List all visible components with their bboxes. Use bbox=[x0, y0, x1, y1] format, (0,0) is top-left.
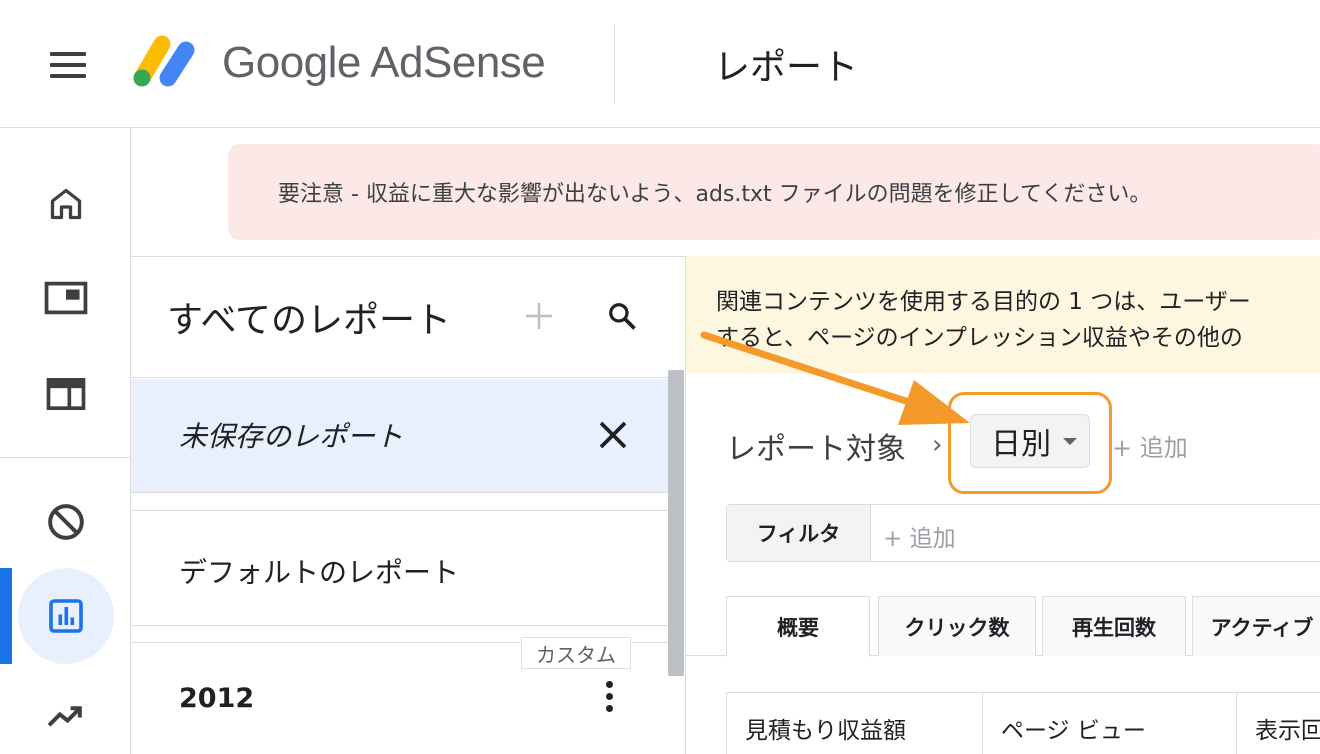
metrics-table-header: 見積もり収益額 ページ ビュー 表示回 bbox=[726, 692, 1320, 754]
trending-icon[interactable] bbox=[44, 694, 88, 738]
tab-active[interactable]: アクティブ bbox=[1192, 596, 1320, 656]
add-report-icon[interactable] bbox=[523, 295, 555, 335]
filter-bar: フィルタ + 追加 bbox=[726, 504, 1320, 562]
column-impressions[interactable]: 表示回 bbox=[1237, 693, 1320, 754]
report-list-header: すべてのレポート bbox=[131, 256, 685, 378]
list-item-label: デフォルトのレポート bbox=[179, 556, 460, 589]
custom-tag: カスタム bbox=[521, 637, 631, 669]
filter-button[interactable]: フィルタ bbox=[727, 505, 871, 561]
rail-divider bbox=[0, 457, 131, 458]
list-item-label: 2012 bbox=[179, 683, 255, 714]
adsense-logo-icon bbox=[133, 35, 195, 87]
alert-text: 要注意 - 収益に重大な影響が出ないよう、ads.txt ファイルの問題を修正し… bbox=[278, 182, 1152, 207]
ads-icon[interactable] bbox=[44, 276, 88, 320]
tab-views[interactable]: 再生回数 bbox=[1042, 596, 1186, 656]
metric-tabs: 概要 クリック数 再生回数 アクティブ bbox=[686, 596, 1320, 657]
list-item-default-report[interactable]: デフォルトのレポート bbox=[131, 510, 669, 626]
block-icon[interactable] bbox=[44, 500, 88, 544]
ads-txt-alert[interactable]: 要注意 - 収益に重大な影響が出ないよう、ads.txt ファイルの問題を修正し… bbox=[228, 144, 1320, 240]
nav-rail bbox=[0, 128, 131, 754]
layout-icon[interactable] bbox=[44, 372, 88, 416]
page-title: レポート bbox=[714, 47, 859, 88]
annotation-highlight bbox=[948, 392, 1112, 494]
add-filter-button[interactable]: + 追加 bbox=[883, 519, 956, 553]
tab-overview[interactable]: 概要 bbox=[726, 596, 870, 657]
search-icon[interactable] bbox=[607, 301, 637, 331]
column-page-views[interactable]: ページ ビュー bbox=[983, 693, 1237, 754]
header-divider bbox=[614, 24, 615, 104]
more-vert-icon[interactable] bbox=[603, 681, 615, 721]
list-scrollbar[interactable] bbox=[668, 370, 684, 676]
info-line-1: 関連コンテンツを使用する目的の 1 つは、ユーザー bbox=[716, 289, 1251, 315]
report-list-title: すべてのレポート bbox=[167, 300, 452, 341]
product-name: Google AdSense bbox=[222, 38, 546, 87]
chevron-right-icon: › bbox=[932, 430, 943, 460]
add-dimension-button[interactable]: + 追加 bbox=[1112, 428, 1188, 463]
info-banner: 関連コンテンツを使用する目的の 1 つは、ユーザー すると、ページのインプレッシ… bbox=[686, 256, 1320, 374]
column-estimated-earnings[interactable]: 見積もり収益額 bbox=[727, 693, 983, 754]
info-line-2: すると、ページのインプレッション収益やその他の bbox=[716, 325, 1243, 351]
list-item-unsaved-report[interactable]: 未保存のレポート bbox=[131, 379, 669, 493]
tab-clicks[interactable]: クリック数 bbox=[878, 596, 1036, 656]
menu-icon[interactable] bbox=[50, 52, 86, 78]
report-list-panel: すべてのレポート 未保存のレポート デフォルトのレポート カスタム 2012 bbox=[131, 256, 686, 754]
report-content: 関連コンテンツを使用する目的の 1 つは、ユーザー すると、ページのインプレッシ… bbox=[686, 256, 1320, 754]
list-item-label: 未保存のレポート bbox=[179, 420, 404, 453]
list-item-2012[interactable]: カスタム 2012 bbox=[131, 637, 669, 754]
close-icon[interactable] bbox=[597, 419, 629, 451]
active-indicator bbox=[0, 568, 12, 664]
home-icon[interactable] bbox=[44, 182, 88, 226]
dimension-label: レポート対象 bbox=[726, 432, 906, 467]
top-app-bar: Google AdSense レポート bbox=[0, 0, 1320, 128]
reports-icon[interactable] bbox=[44, 594, 88, 638]
